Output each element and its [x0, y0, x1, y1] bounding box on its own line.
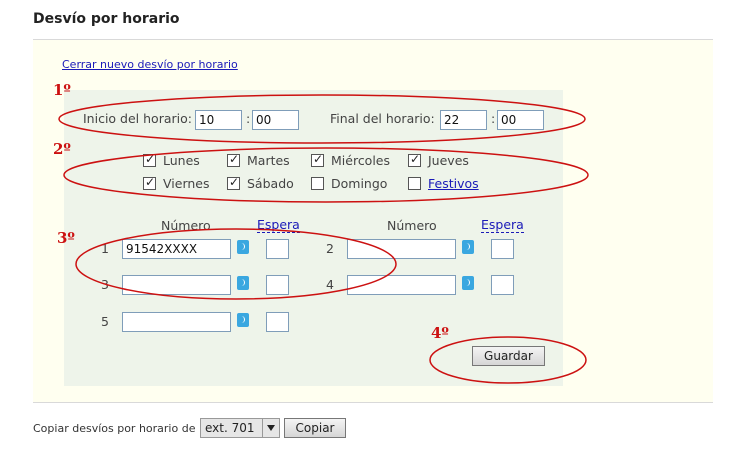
phonebook-icon[interactable] — [462, 276, 474, 290]
extension-select-value: ext. 701 — [205, 421, 255, 435]
phonebook-icon[interactable] — [237, 276, 249, 290]
days-jueves-checkbox[interactable] — [408, 152, 421, 167]
page-title: Desvío por horario — [33, 11, 180, 27]
forward-number-input-3[interactable] — [122, 275, 231, 295]
annotation-step-4: 4º — [431, 324, 449, 342]
number-index-5: 5 — [101, 314, 109, 329]
days-miercoles-label[interactable]: Miércoles — [331, 153, 390, 168]
form-panel — [64, 90, 563, 386]
column-header-espera-2[interactable]: Espera — [481, 218, 524, 233]
chevron-down-icon[interactable] — [262, 419, 279, 437]
wait-time-input-4[interactable] — [491, 275, 514, 295]
wait-time-input-1[interactable] — [266, 239, 289, 259]
forward-number-input-2[interactable] — [347, 239, 456, 259]
phonebook-icon[interactable] — [237, 240, 249, 254]
days-viernes-label[interactable]: Viernes — [163, 176, 209, 191]
days-miercoles-checkbox[interactable] — [311, 152, 324, 167]
column-header-espera-1[interactable]: Espera — [257, 218, 300, 233]
days-sabado-checkbox[interactable] — [227, 175, 240, 190]
save-button[interactable]: Guardar — [472, 346, 545, 366]
days-martes-label[interactable]: Martes — [247, 153, 290, 168]
annotation-step-3: 3º — [57, 229, 75, 247]
wait-time-input-5[interactable] — [266, 312, 289, 332]
annotation-step-1: 1º — [53, 81, 71, 99]
bottom-divider — [33, 402, 713, 403]
days-lunes-checkbox[interactable] — [143, 152, 156, 167]
number-index-4: 4 — [326, 277, 334, 292]
days-domingo-checkbox[interactable] — [311, 177, 324, 190]
end-hour-input[interactable] — [440, 110, 487, 130]
days-domingo-label[interactable]: Domingo — [331, 176, 387, 191]
days-martes-checkbox[interactable] — [227, 152, 240, 167]
end-time-label: Final del horario: — [330, 111, 435, 126]
start-time-separator: : — [246, 111, 251, 126]
days-festivos-label: Festivos — [428, 176, 479, 191]
copy-button[interactable]: Copiar — [284, 418, 346, 438]
days-lunes-label[interactable]: Lunes — [163, 153, 200, 168]
number-index-2: 2 — [326, 241, 334, 256]
days-jueves-label[interactable]: Jueves — [428, 153, 469, 168]
annotation-step-2: 2º — [53, 140, 71, 158]
festivos-link[interactable]: Festivos — [428, 176, 479, 191]
forward-number-input-5[interactable] — [122, 312, 231, 332]
forward-number-input-1[interactable] — [122, 239, 231, 259]
extension-select[interactable]: ext. 701 — [200, 418, 280, 438]
wait-time-input-3[interactable] — [266, 275, 289, 295]
forward-number-input-4[interactable] — [347, 275, 456, 295]
start-hour-input[interactable] — [195, 110, 242, 130]
days-viernes-checkbox[interactable] — [143, 175, 156, 190]
days-sabado-label[interactable]: Sábado — [247, 176, 294, 191]
number-index-3: 3 — [101, 277, 109, 292]
column-header-numero-2: Número — [387, 218, 437, 233]
number-index-1: 1 — [101, 241, 109, 256]
end-minute-input[interactable] — [497, 110, 544, 130]
end-time-separator: : — [491, 111, 496, 126]
start-time-label: Inicio del horario: — [83, 111, 192, 126]
copy-from-label: Copiar desvíos por horario de — [33, 422, 196, 435]
days-festivos-checkbox[interactable] — [408, 177, 421, 190]
wait-time-input-2[interactable] — [491, 239, 514, 259]
phonebook-icon[interactable] — [237, 313, 249, 327]
phonebook-icon[interactable] — [462, 240, 474, 254]
close-new-diversion-link[interactable]: Cerrar nuevo desvío por horario — [62, 58, 238, 71]
start-minute-input[interactable] — [252, 110, 299, 130]
column-header-numero-1: Número — [161, 218, 211, 233]
